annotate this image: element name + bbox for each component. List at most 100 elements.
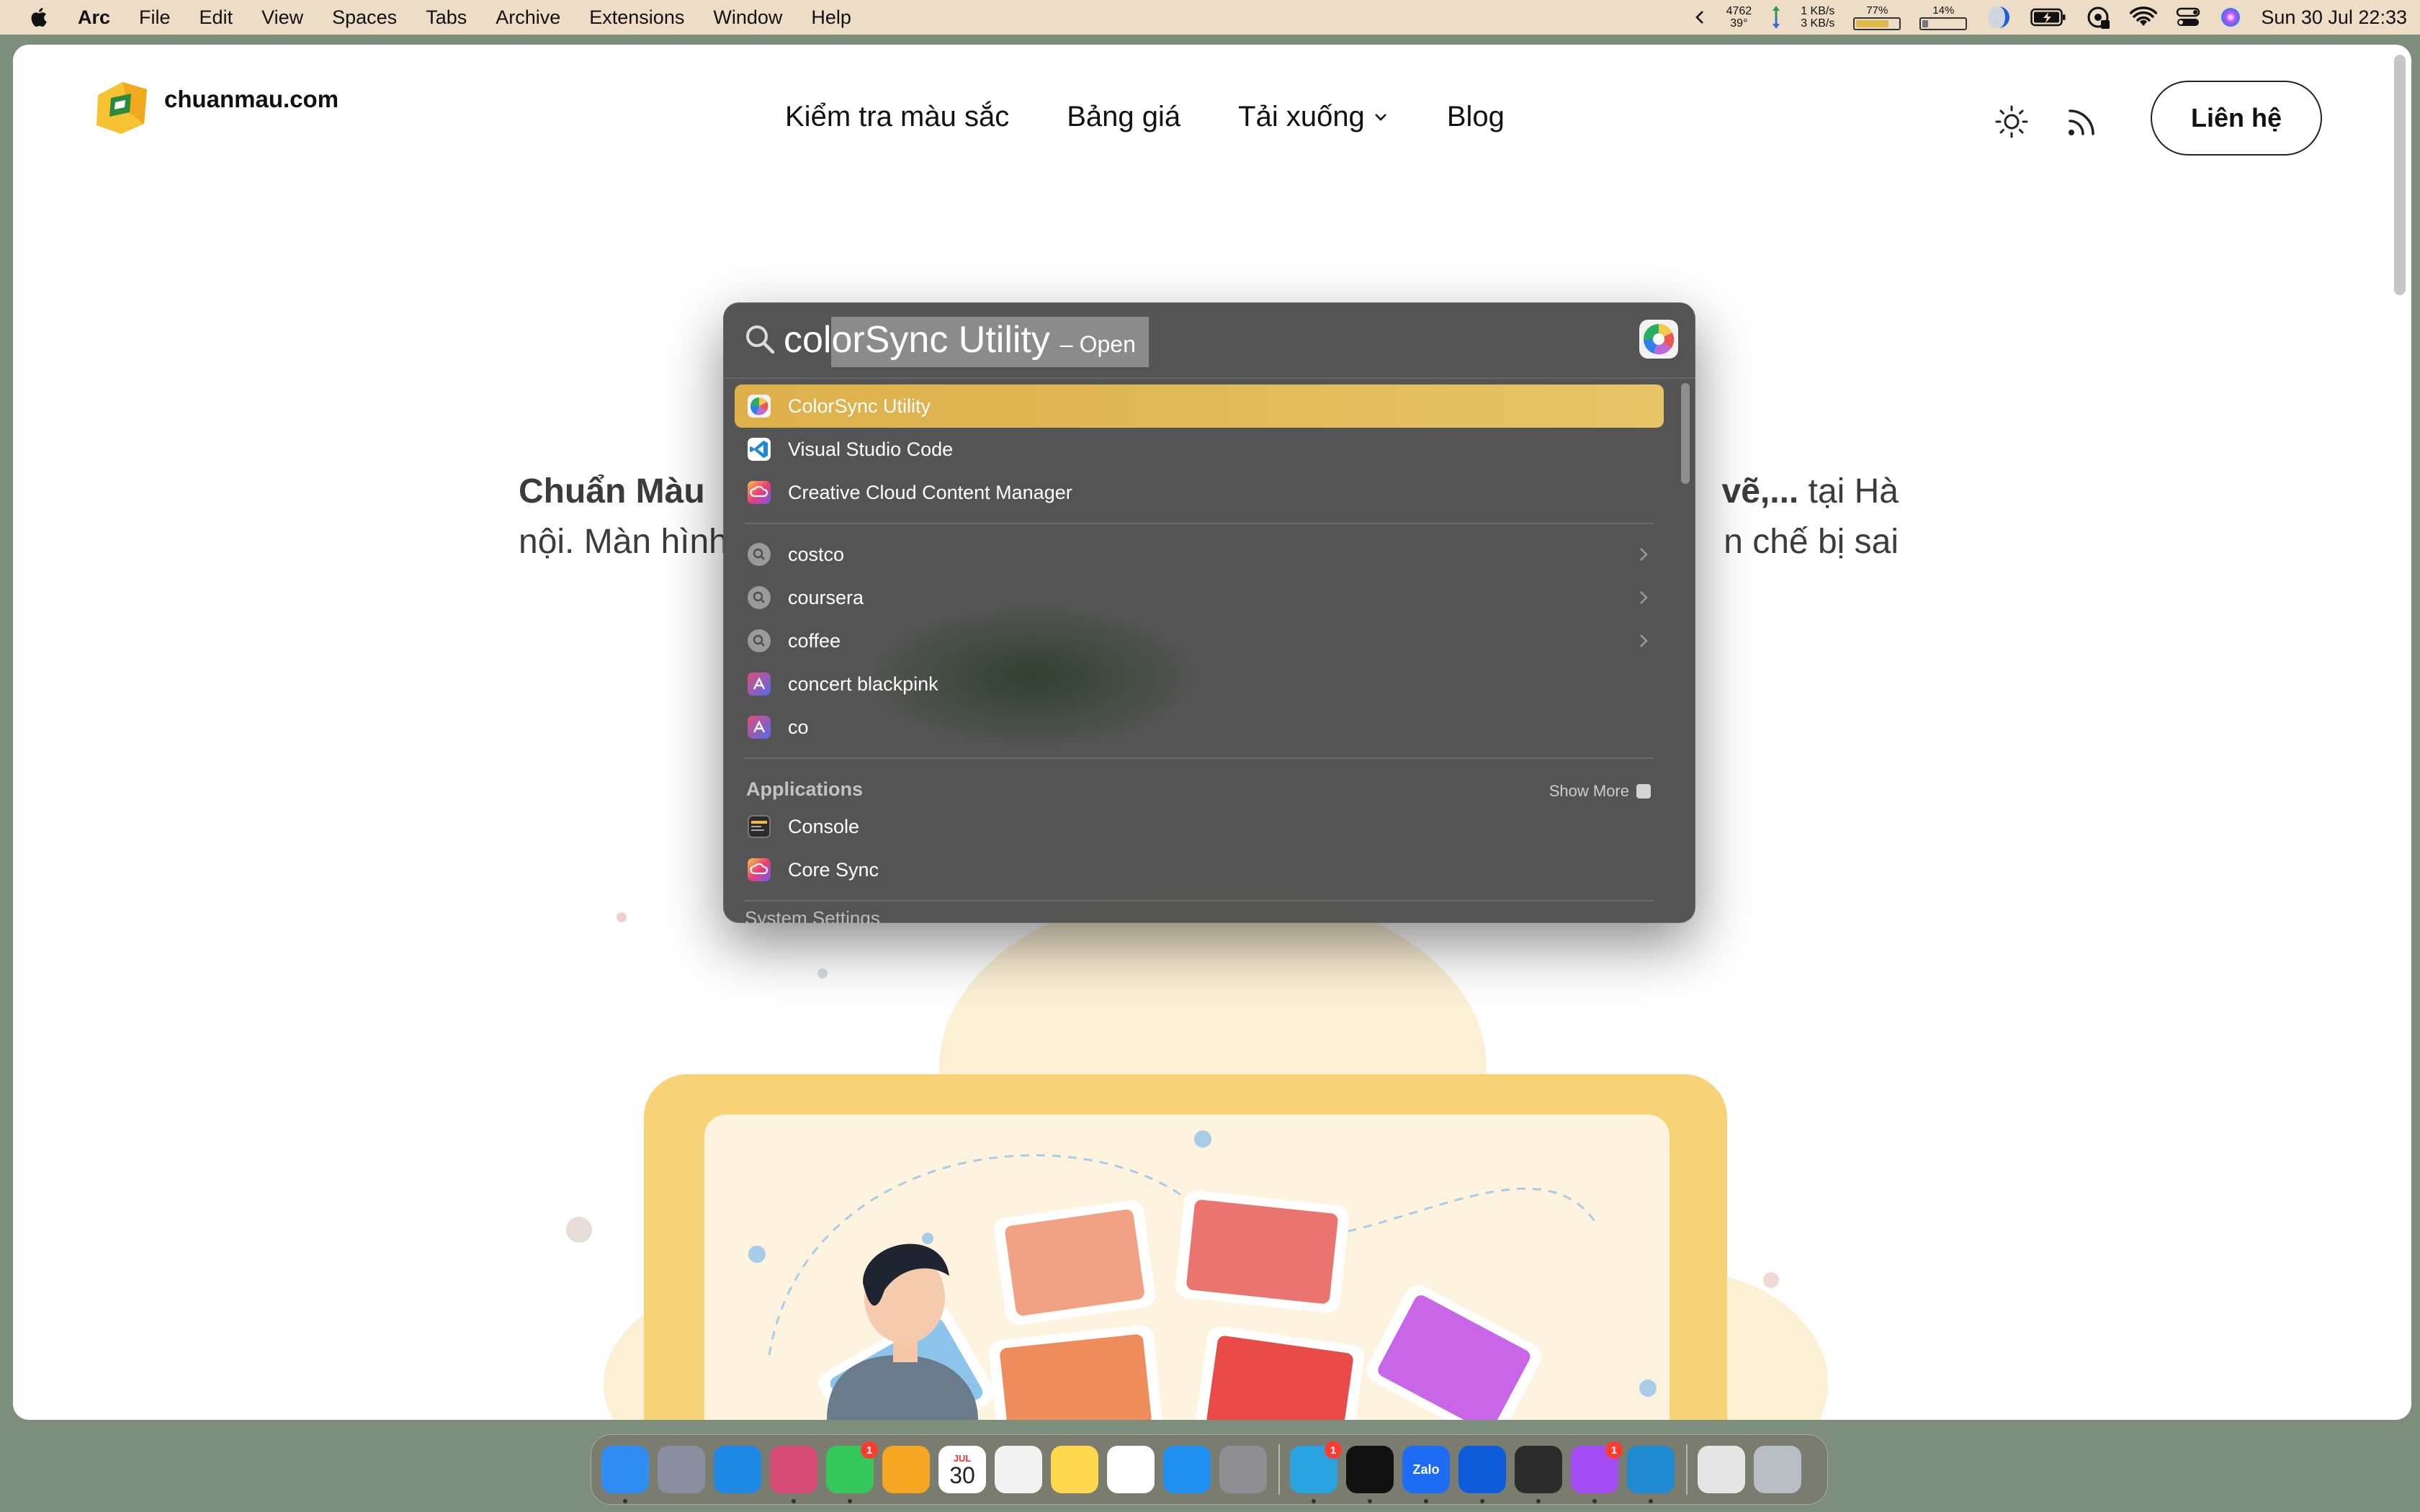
menu-spaces[interactable]: Spaces [332,6,397,29]
suggestion-coursera[interactable]: coursera [735,576,1664,619]
calendar-day: 30 [949,1462,975,1488]
notification-badge: 1 [1605,1441,1623,1459]
launchpad-icon[interactable] [658,1446,705,1493]
siri-icon[interactable] [2219,6,2242,29]
memory-monitor[interactable]: 77% [1853,4,1901,30]
menu-extensions[interactable]: Extensions [589,6,684,29]
hero-line2-b: n chế bị sai [1724,523,1899,561]
running-indicator [1480,1499,1484,1503]
show-more-link[interactable]: Show More [1549,782,1651,801]
menu-window[interactable]: Window [713,6,782,29]
spotlight-panel: col orSync Utility – Open ColorSync Util… [723,302,1695,923]
dock-separator [1278,1444,1280,1495]
suggestion-label: coursera [788,586,864,608]
apple-logo-icon[interactable] [27,5,52,30]
arc-icon[interactable] [770,1446,817,1503]
result-label: Visual Studio Code [788,438,954,460]
spotlight-search-input[interactable]: col orSync Utility – Open [784,317,1149,367]
vpn-status-icon[interactable] [2085,4,2111,30]
history-concert-blackpink[interactable]: concert blackpink [735,662,1664,706]
app-core-sync[interactable]: Core Sync [735,848,1664,891]
web-history-icon [748,672,771,696]
collapse-arrow-icon[interactable] [1693,9,1708,26]
app-label: Core Sync [788,858,879,881]
telegram-icon[interactable]: 1 [1290,1441,1342,1503]
menu-archive[interactable]: Archive [496,6,560,29]
menu-file[interactable]: File [139,6,171,29]
chevron-right-icon [1640,591,1648,604]
open-hint: – Open [1059,331,1136,357]
photos-icon[interactable] [882,1446,930,1493]
running-indicator [1649,1499,1653,1503]
result-visual-studio-code[interactable]: Visual Studio Code [735,428,1664,471]
contact-button[interactable]: Liên hệ [2151,81,2322,156]
control-center-icon[interactable] [2176,6,2200,28]
teamviewer-icon[interactable] [1458,1446,1506,1503]
suggestion-coffee[interactable]: coffee [735,619,1664,662]
menu-bar: Arc File Edit View Spaces Tabs Archive E… [0,0,2420,35]
search-suggestion-icon [748,543,771,566]
app-store-icon[interactable] [1163,1446,1211,1493]
messages-icon[interactable]: 1 [826,1441,878,1503]
vscode-icon [748,438,771,461]
calendar-icon[interactable]: JUL 30 [938,1446,986,1493]
menu-tabs[interactable]: Tabs [426,6,467,29]
menu-edit[interactable]: Edit [200,6,233,29]
menu-view[interactable]: View [261,6,303,29]
network-arrows-icon [1770,4,1782,30]
site-logo[interactable]: chuanmau.com [89,73,339,140]
clock[interactable]: Sun 30 Jul 22:33 [2261,6,2407,29]
freeform-icon[interactable] [1107,1446,1155,1493]
nav-label: Tải xuống [1238,101,1365,132]
dock-apps: 1 JUL 30 [601,1441,1276,1503]
search-icon [746,325,775,354]
finder-icon[interactable] [601,1446,649,1503]
netflix-bar-icon[interactable] [1515,1446,1562,1503]
running-indicator [1592,1499,1597,1503]
nav-color-check[interactable]: Kiểm tra màu sắc [785,101,1009,133]
rss-feed-icon[interactable] [2063,102,2102,141]
page-scrollbar[interactable] [2394,55,2406,295]
query-autocomplete: orSync Utility – Open [831,317,1149,367]
menu-app-name[interactable]: Arc [78,6,110,29]
network-monitor[interactable]: 1 KB/s 3 KB/s [1801,5,1834,30]
result-creative-cloud[interactable]: Creative Cloud Content Manager [735,471,1664,514]
chevron-down-icon [1374,113,1386,121]
history-label: co [788,716,809,738]
reminders-icon[interactable] [995,1446,1042,1493]
nav-pricing[interactable]: Bảng giá [1067,101,1180,133]
disk-monitor[interactable]: 14% [1919,4,1968,30]
running-indicator [1368,1499,1372,1503]
nav-blog[interactable]: Blog [1447,101,1505,133]
battery-charging-icon[interactable] [2030,7,2066,27]
sun-theme-icon[interactable] [1992,102,2031,141]
nav-downloads[interactable]: Tải xuống [1238,101,1389,133]
history-co[interactable]: co [735,706,1664,749]
divider [745,757,1654,759]
spotlight-scrollbar[interactable] [1681,383,1690,484]
news-icon[interactable] [1346,1446,1394,1503]
suggestion-costco[interactable]: costco [735,533,1664,576]
vscode-dock-icon[interactable] [1627,1446,1675,1503]
wifi-icon[interactable] [2130,6,2158,28]
system-settings-icon[interactable] [1219,1446,1267,1493]
result-colorsync-utility[interactable]: ColorSync Utility [735,384,1664,428]
running-indicator [1312,1499,1316,1503]
trash-icon[interactable] [1754,1446,1801,1493]
messenger-icon[interactable]: 1 [1571,1441,1623,1503]
notification-badge: 1 [861,1441,878,1459]
menu-help[interactable]: Help [811,6,851,29]
notes-icon[interactable] [1051,1446,1098,1493]
documents-stack-icon[interactable] [1698,1446,1745,1493]
dock-recent-apps: 1 Zalo 1 [1290,1441,1683,1503]
zalo-icon[interactable]: Zalo [1402,1446,1450,1503]
chevron-right-icon [1640,548,1648,561]
moon-phase-icon[interactable] [1986,4,2012,30]
safari-icon[interactable] [714,1446,761,1493]
disk-percent: 14% [1932,4,1955,17]
creative-cloud-icon [748,481,771,504]
query-typed-text: col [784,319,832,361]
app-console[interactable]: Console [735,805,1664,848]
cpu-monitor[interactable]: 4762 39° [1726,5,1752,30]
net-down: 3 KB/s [1801,17,1835,30]
